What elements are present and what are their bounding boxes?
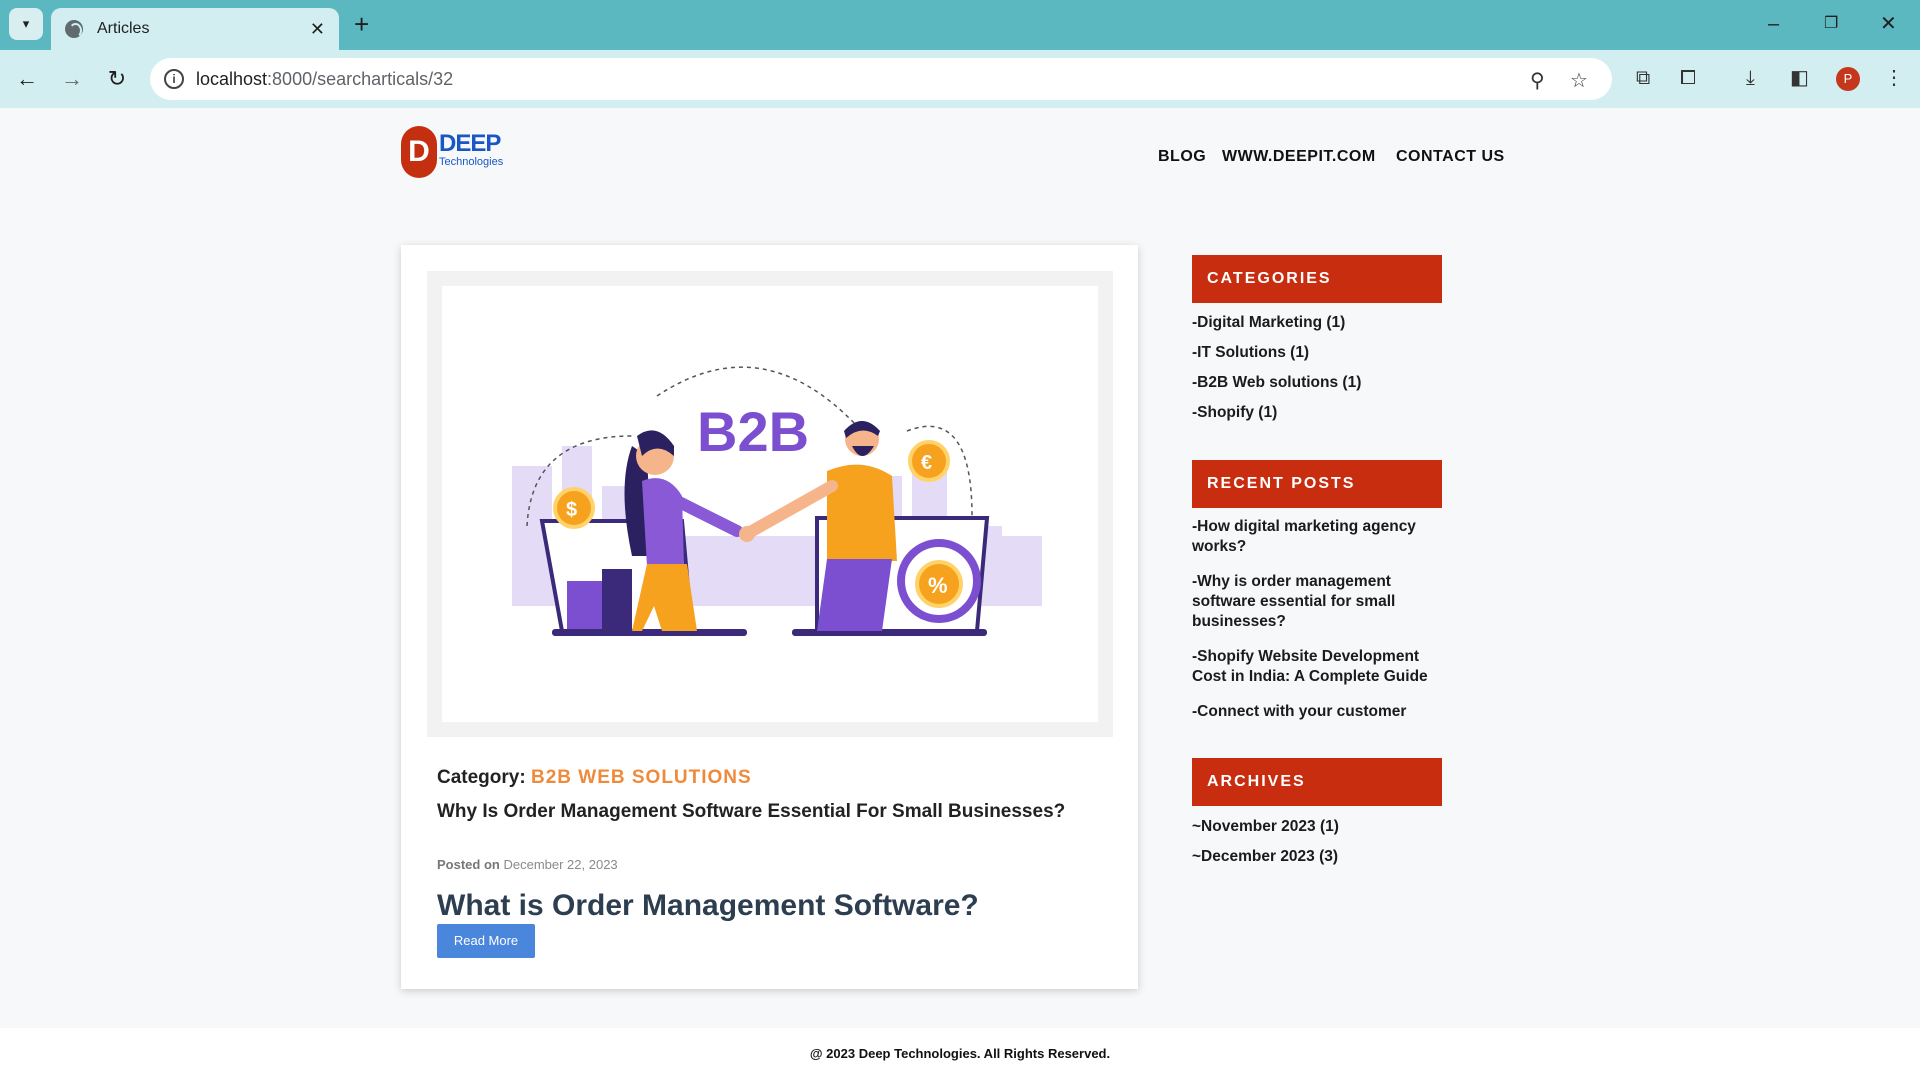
download-icon[interactable]: ⤓ [1746,66,1755,90]
browser-toolbar: ← → ↻ i localhost:8000/searcharticals/32… [0,50,1920,108]
recent-posts-heading: RECENT POSTS [1192,460,1442,508]
address-bar[interactable]: i localhost:8000/searcharticals/32 ⚲ ☆ [150,58,1612,100]
category-label: Category: [437,767,526,788]
site-header: D DEEP Technologies BLOG WWW.DEEPIT.COM … [0,108,1920,210]
window-close-icon[interactable]: ✕ [1880,10,1897,38]
recent-post-item[interactable]: -Why is order management software essent… [1192,572,1452,632]
tab-menu-icon[interactable]: ▾ [9,8,43,40]
site-footer: @ 2023 Deep Technologies. All Rights Res… [0,1028,1920,1080]
back-icon[interactable]: ← [12,64,42,94]
footer-copyright: @ 2023 Deep Technologies. All Rights Res… [809,1046,1111,1061]
categories-heading: CATEGORIES [1192,255,1442,303]
globe-icon [65,20,83,38]
archive-item[interactable]: ~November 2023 (1) [1192,817,1452,837]
logo-name: DEEP [439,130,501,157]
category-item[interactable]: -IT Solutions (1) [1192,343,1452,363]
sidebar-icon[interactable]: ◧ [1790,66,1809,90]
reload-icon[interactable]: ↻ [102,64,132,94]
nav-blog[interactable]: BLOG [1158,148,1206,166]
b2b-text: B2B [697,400,809,463]
close-icon[interactable]: ✕ [310,19,325,40]
avatar[interactable]: P [1836,67,1860,91]
svg-text:%: % [928,573,948,598]
star-icon[interactable]: ☆ [1570,68,1588,93]
logo-subtitle: Technologies [439,156,504,168]
archive-item[interactable]: ~December 2023 (3) [1192,847,1452,867]
article-image[interactable]: B2B $ € % [442,286,1098,722]
extensions-icon[interactable]: ⧠ [1680,66,1696,90]
post-excerpt-heading: What is Order Management Software? [437,889,979,922]
category-item[interactable]: -B2B Web solutions (1) [1192,373,1452,393]
article-card: B2B $ € % Category: B2B WEB SOLUTIONS Wh… [401,245,1138,989]
category-item[interactable]: -Shopify (1) [1192,403,1452,423]
forward-icon[interactable]: → [57,64,87,94]
article-image-frame: B2B $ € % [427,271,1113,737]
post-date: Posted on December 22, 2023 [437,857,618,872]
zoom-icon[interactable]: ⚲ [1530,68,1545,93]
b2b-illustration: B2B $ € % [512,366,1042,636]
posted-label: Posted on [437,857,500,872]
plus-icon[interactable]: + [354,10,369,38]
nav-website[interactable]: WWW.DEEPIT.COM [1222,148,1376,166]
nav-contact[interactable]: CONTACT US [1396,148,1505,166]
minimize-icon[interactable]: – [1768,10,1779,38]
logo-letter: D [401,126,437,178]
post-title[interactable]: Why Is Order Management Software Essenti… [437,801,1097,823]
recent-post-item[interactable]: -Shopify Website Development Cost in Ind… [1192,647,1452,687]
tab-search-icon[interactable]: ⧉ [1636,66,1650,90]
category-line: Category: B2B WEB SOLUTIONS [437,767,752,789]
svg-text:$: $ [566,499,577,521]
recent-post-item[interactable]: -Connect with your customer [1192,702,1452,722]
browser-tab[interactable]: Articles ✕ [51,8,339,50]
posted-date: December 22, 2023 [503,857,618,872]
svg-text:€: € [921,452,932,474]
url-text[interactable]: localhost:8000/searcharticals/32 [196,69,453,90]
category-link[interactable]: B2B WEB SOLUTIONS [531,767,752,788]
browser-tab-bar: ▾ Articles ✕ + – ❐ ✕ [0,0,1920,50]
read-more-button[interactable]: Read More [437,924,535,958]
restore-icon[interactable]: ❐ [1824,10,1838,38]
tab-title: Articles [97,20,150,37]
info-icon[interactable]: i [164,69,184,89]
category-item[interactable]: -Digital Marketing (1) [1192,313,1452,333]
archives-heading: ARCHIVES [1192,758,1442,806]
menu-icon[interactable]: ⋮ [1884,66,1904,90]
recent-post-item[interactable]: -How digital marketing agency works? [1192,517,1452,557]
